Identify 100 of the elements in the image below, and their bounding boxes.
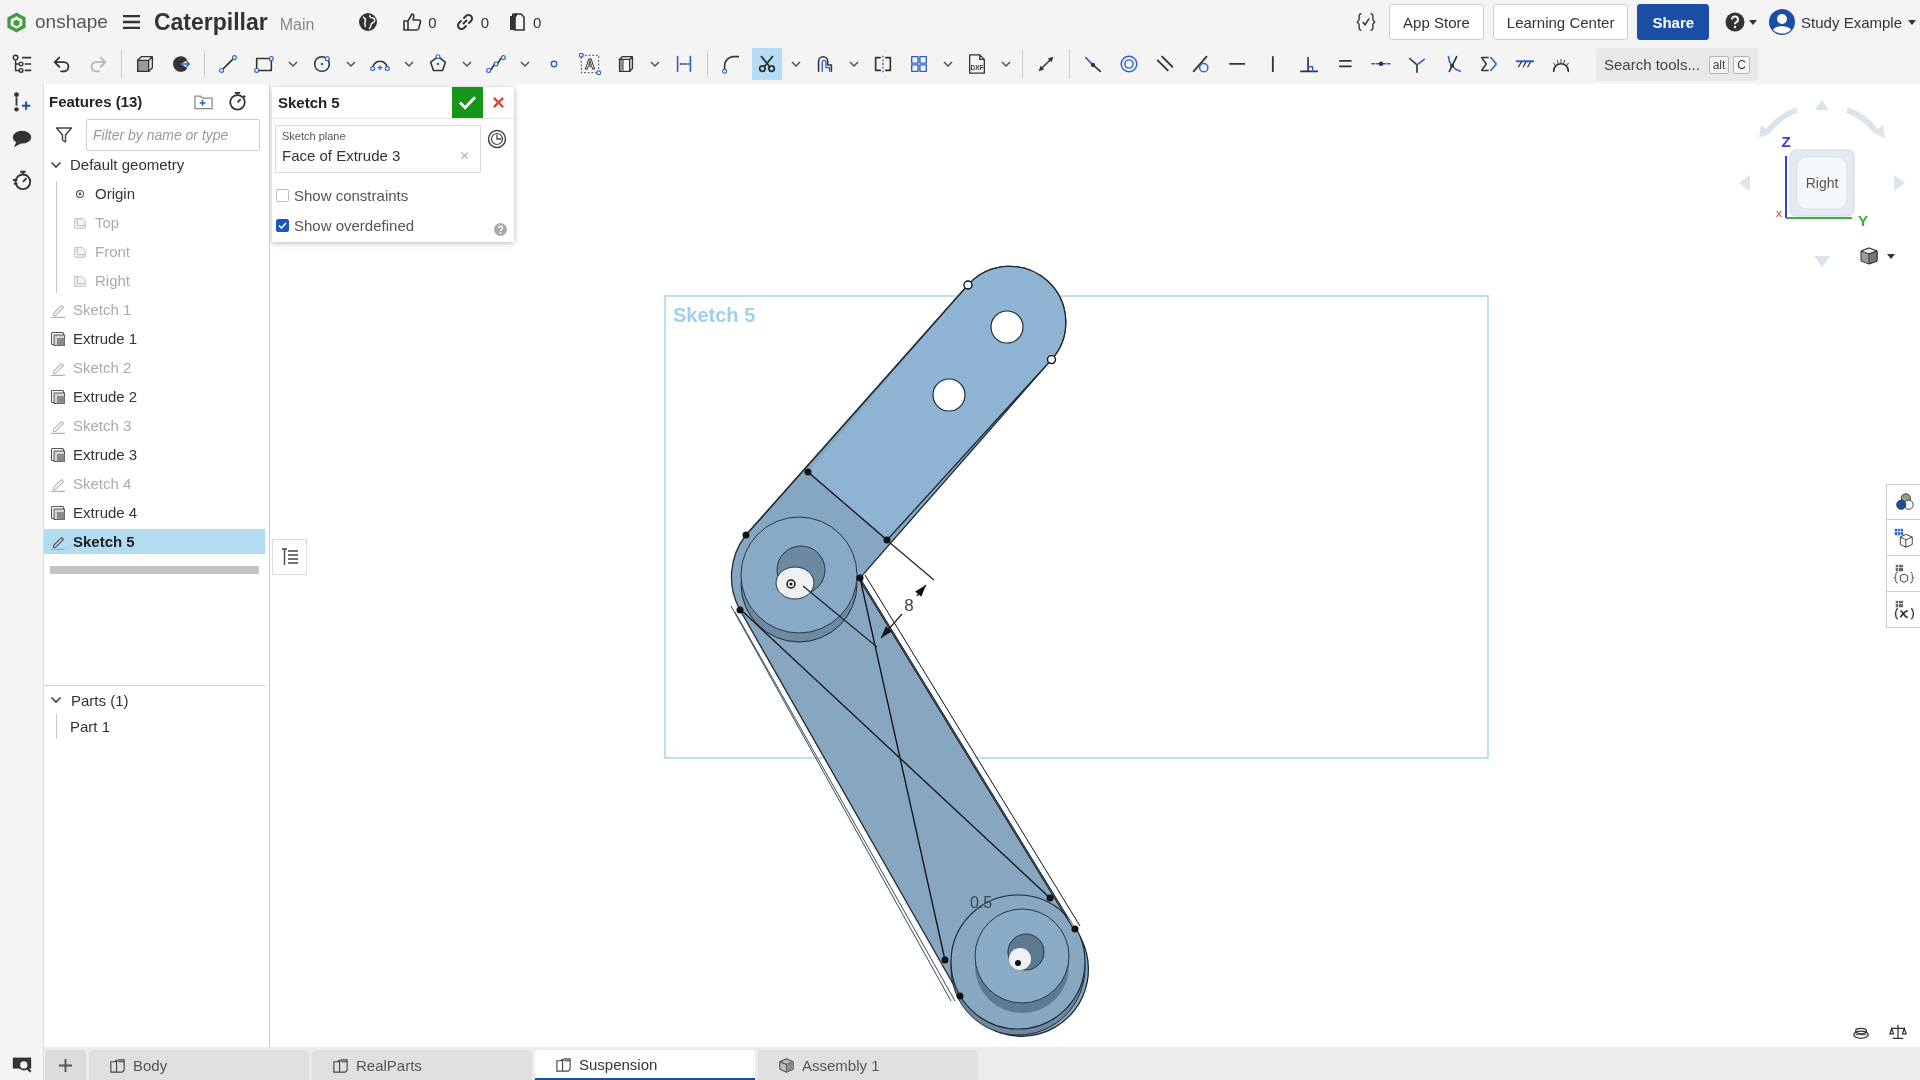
caret-icon	[462, 61, 472, 67]
feature-item[interactable]: Extrude 1	[44, 326, 265, 351]
feature-item[interactable]: Default geometry	[44, 152, 265, 177]
box-icon	[50, 330, 66, 347]
filter-field[interactable]: Filter by name or type	[86, 119, 260, 151]
side-panel-button[interactable]	[1886, 484, 1920, 520]
view-cube-face-label[interactable]: Right	[1805, 175, 1839, 191]
dimension-value[interactable]: 0.5	[969, 894, 993, 911]
confirm-button[interactable]	[452, 87, 483, 118]
plane-icon	[73, 244, 87, 259]
feature-item[interactable]: Extrude 2	[44, 384, 265, 409]
box-icon	[50, 388, 66, 405]
field-label: Sketch plane	[282, 130, 347, 142]
tick-icon	[278, 221, 287, 229]
add-tab-button[interactable]	[45, 1050, 86, 1080]
part-item[interactable]: Part 1	[57, 714, 261, 739]
link-count: 0	[480, 13, 490, 31]
stopwatch-icon[interactable]	[227, 91, 248, 111]
checkbox-label[interactable]: Show constraints	[294, 186, 409, 204]
dimension-arrow[interactable]	[802, 541, 935, 648]
toolbar-button[interactable]	[752, 48, 782, 80]
caret-icon	[1908, 19, 1916, 25]
clock-icon[interactable]	[487, 129, 507, 149]
close-icon	[492, 96, 505, 109]
like-count: 0	[428, 13, 437, 31]
header-button[interactable]: Learning Center	[1492, 4, 1629, 40]
feature-item[interactable]: Sketch 5	[44, 529, 265, 554]
caret-icon	[1001, 61, 1011, 67]
tree-list-icon[interactable]	[11, 53, 33, 75]
caret-icon	[346, 61, 356, 67]
icon-text: A	[585, 57, 595, 73]
axis-label: Z	[1781, 133, 1791, 150]
sketch-label: Sketch 5	[673, 304, 756, 326]
tab[interactable]: Body	[89, 1050, 309, 1080]
caret-icon	[520, 61, 530, 67]
primary-button[interactable]: Share	[1637, 4, 1710, 40]
field-value: Face of Extrude 3	[282, 147, 401, 164]
box-icon	[50, 446, 66, 463]
user-menu-button[interactable]: Study Example	[1767, 4, 1918, 40]
comment-icon[interactable]	[10, 128, 33, 150]
tangent-icon	[1190, 53, 1212, 75]
checkbox[interactable]	[276, 218, 289, 232]
boxes-icon	[109, 1056, 126, 1074]
stopwatch-icon[interactable]	[10, 169, 33, 191]
thumbs-up-icon[interactable]	[402, 12, 423, 32]
checkbox[interactable]	[276, 188, 289, 202]
caret-icon	[849, 61, 859, 67]
braces-check-icon[interactable]	[1355, 11, 1378, 33]
globe-icon[interactable]	[358, 12, 379, 32]
caret-icon	[943, 61, 953, 67]
sketch-plane-field[interactable]: Sketch plane Face of Extrude 3	[275, 125, 481, 173]
line-icon	[217, 53, 239, 75]
copy-count: 0	[533, 13, 542, 31]
scale-icon[interactable]	[1889, 1023, 1907, 1041]
cube-icon	[778, 1056, 795, 1074]
caret-icon	[1749, 19, 1758, 25]
concentric-icon	[1118, 53, 1140, 75]
caret-icon	[288, 61, 298, 67]
midpoint-icon	[1371, 61, 1391, 67]
plane-icon	[73, 215, 87, 230]
chevron-icon[interactable]	[50, 694, 62, 706]
feature-item[interactable]: Origin	[57, 181, 265, 206]
checkbox-label[interactable]: Show overdefined	[294, 216, 415, 234]
section-title: Parts (1)	[71, 691, 129, 709]
scissors-icon	[756, 53, 778, 75]
scrollbar-thumb[interactable]	[50, 566, 259, 574]
shaded-cube-icon	[1859, 246, 1879, 266]
side-panel-button[interactable]	[1886, 592, 1920, 628]
circle-icon	[311, 53, 333, 75]
cube-icon	[134, 53, 156, 75]
help-icon	[1725, 12, 1746, 32]
boxes-icon	[332, 1056, 349, 1074]
list-icon	[279, 547, 300, 567]
corner-arc-icon	[720, 53, 742, 75]
link-icon[interactable]	[454, 12, 475, 32]
view-options-button[interactable]	[1859, 246, 1895, 266]
caret-icon	[404, 61, 414, 67]
menu-icon[interactable]	[122, 15, 140, 29]
plane-icon	[73, 273, 87, 288]
dimension-value[interactable]: 8	[904, 596, 914, 615]
feature-item[interactable]: Extrude 3	[44, 442, 265, 467]
caret-icon	[650, 61, 660, 67]
feature-item[interactable]: Extrude 4	[44, 500, 265, 525]
function-table-icon	[1892, 598, 1915, 621]
tab[interactable]: RealParts	[312, 1050, 532, 1080]
mirror-icon	[872, 53, 894, 75]
list-toggle-button[interactable]	[272, 539, 307, 575]
boxes-icon	[555, 1055, 572, 1073]
horizontal-icon	[1228, 62, 1246, 66]
caret-icon	[791, 61, 801, 67]
side-panel-button[interactable]	[1886, 520, 1920, 556]
tab[interactable]: Assembly 1	[758, 1050, 978, 1080]
clipboard-icon[interactable]	[507, 12, 528, 32]
logo-wordmark: onshape	[35, 11, 108, 33]
side-panel-button[interactable]	[1886, 556, 1920, 592]
pie-arrow-icon	[170, 53, 192, 75]
header-button[interactable]: App Store	[1389, 4, 1484, 40]
tab[interactable]: Suspension	[535, 1050, 755, 1080]
hexagon-logo-icon[interactable]	[5, 10, 28, 34]
funnel-icon[interactable]	[55, 126, 73, 144]
